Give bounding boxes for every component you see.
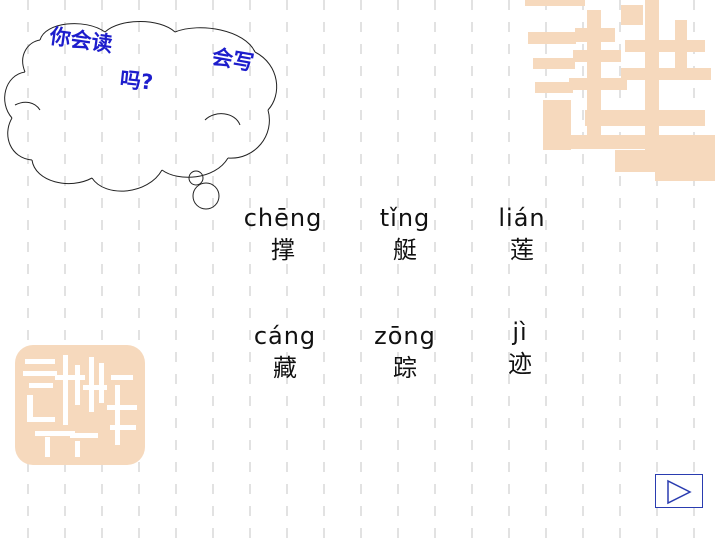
hanzi-text: 莲 [510,236,534,264]
pinyin-text: lián [498,204,546,232]
play-triangle-icon [667,479,692,505]
pinyin-text: chēng [243,204,323,232]
pinyin-text: zōng [374,322,436,350]
word-item: tǐng 艇 [345,204,465,264]
seal-bottom-decoration [15,345,145,465]
word-item: cáng 藏 [225,322,345,382]
seal-top-decoration [525,0,715,181]
cloud-text-line2: 吗? [118,67,155,95]
word-item: jì 迹 [460,318,580,378]
next-button[interactable] [655,474,703,508]
hanzi-text: 迹 [508,350,532,378]
word-item: lián 莲 [462,204,582,264]
hanzi-text: 藏 [273,354,297,382]
slide: 你会读 吗? 会写 chēng 撑 tǐng 艇 lián 莲 cáng 藏 z… [0,0,720,540]
word-item: chēng 撑 [223,204,343,264]
pinyin-text: tǐng [379,204,431,232]
hanzi-text: 撑 [271,236,295,264]
hanzi-text: 艇 [393,236,417,264]
pinyin-text: cáng [253,322,317,350]
thought-cloud [4,21,278,210]
hanzi-text: 踪 [393,354,417,382]
pinyin-text: jì [512,318,528,346]
word-item: zōng 踪 [345,322,465,382]
